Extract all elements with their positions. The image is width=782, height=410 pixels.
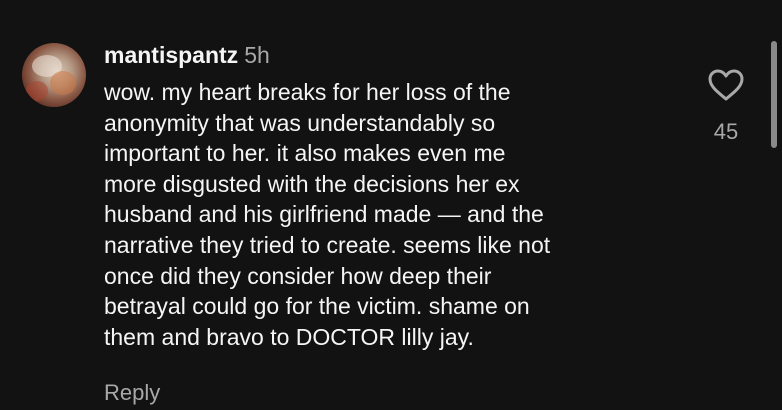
timestamp: 5h (244, 42, 270, 68)
comment-text-line: them and bravo to DOCTOR lilly jay. (104, 323, 474, 350)
like-count: 45 (713, 119, 739, 144)
like-group: 45 (700, 68, 752, 148)
comment-text-line: betrayal could go for the victim. shame … (104, 293, 530, 320)
comment-text-line: narrative they tried to create. seems li… (104, 231, 551, 258)
comment-text-line: important to her. it also makes even me (104, 140, 506, 167)
comment-text-line: once did they consider how deep their (104, 262, 492, 289)
comment-text-line: more disgusted with the decisions her ex (104, 170, 520, 197)
scrollbar[interactable] (771, 41, 777, 148)
reply-button[interactable]: Reply (104, 378, 160, 408)
heart-outline-icon[interactable] (707, 68, 745, 102)
comment-text-line: anonymity that was understandably so (104, 109, 496, 136)
comment-text-line: husband and his girlfriend made — and th… (104, 201, 544, 228)
comment-text: wow. my heart breaks for her loss of the… (104, 77, 694, 352)
comment-text-line: wow. my heart breaks for her loss of the (104, 79, 511, 105)
avatar-photo-detail (26, 81, 48, 101)
avatar-photo-detail (50, 71, 76, 95)
username[interactable]: mantispantz (104, 42, 238, 68)
avatar[interactable] (22, 43, 86, 107)
comment-header: mantispantz 5h (104, 40, 270, 70)
comment: mantispantz 5h wow. my heart breaks for h… (0, 0, 782, 410)
